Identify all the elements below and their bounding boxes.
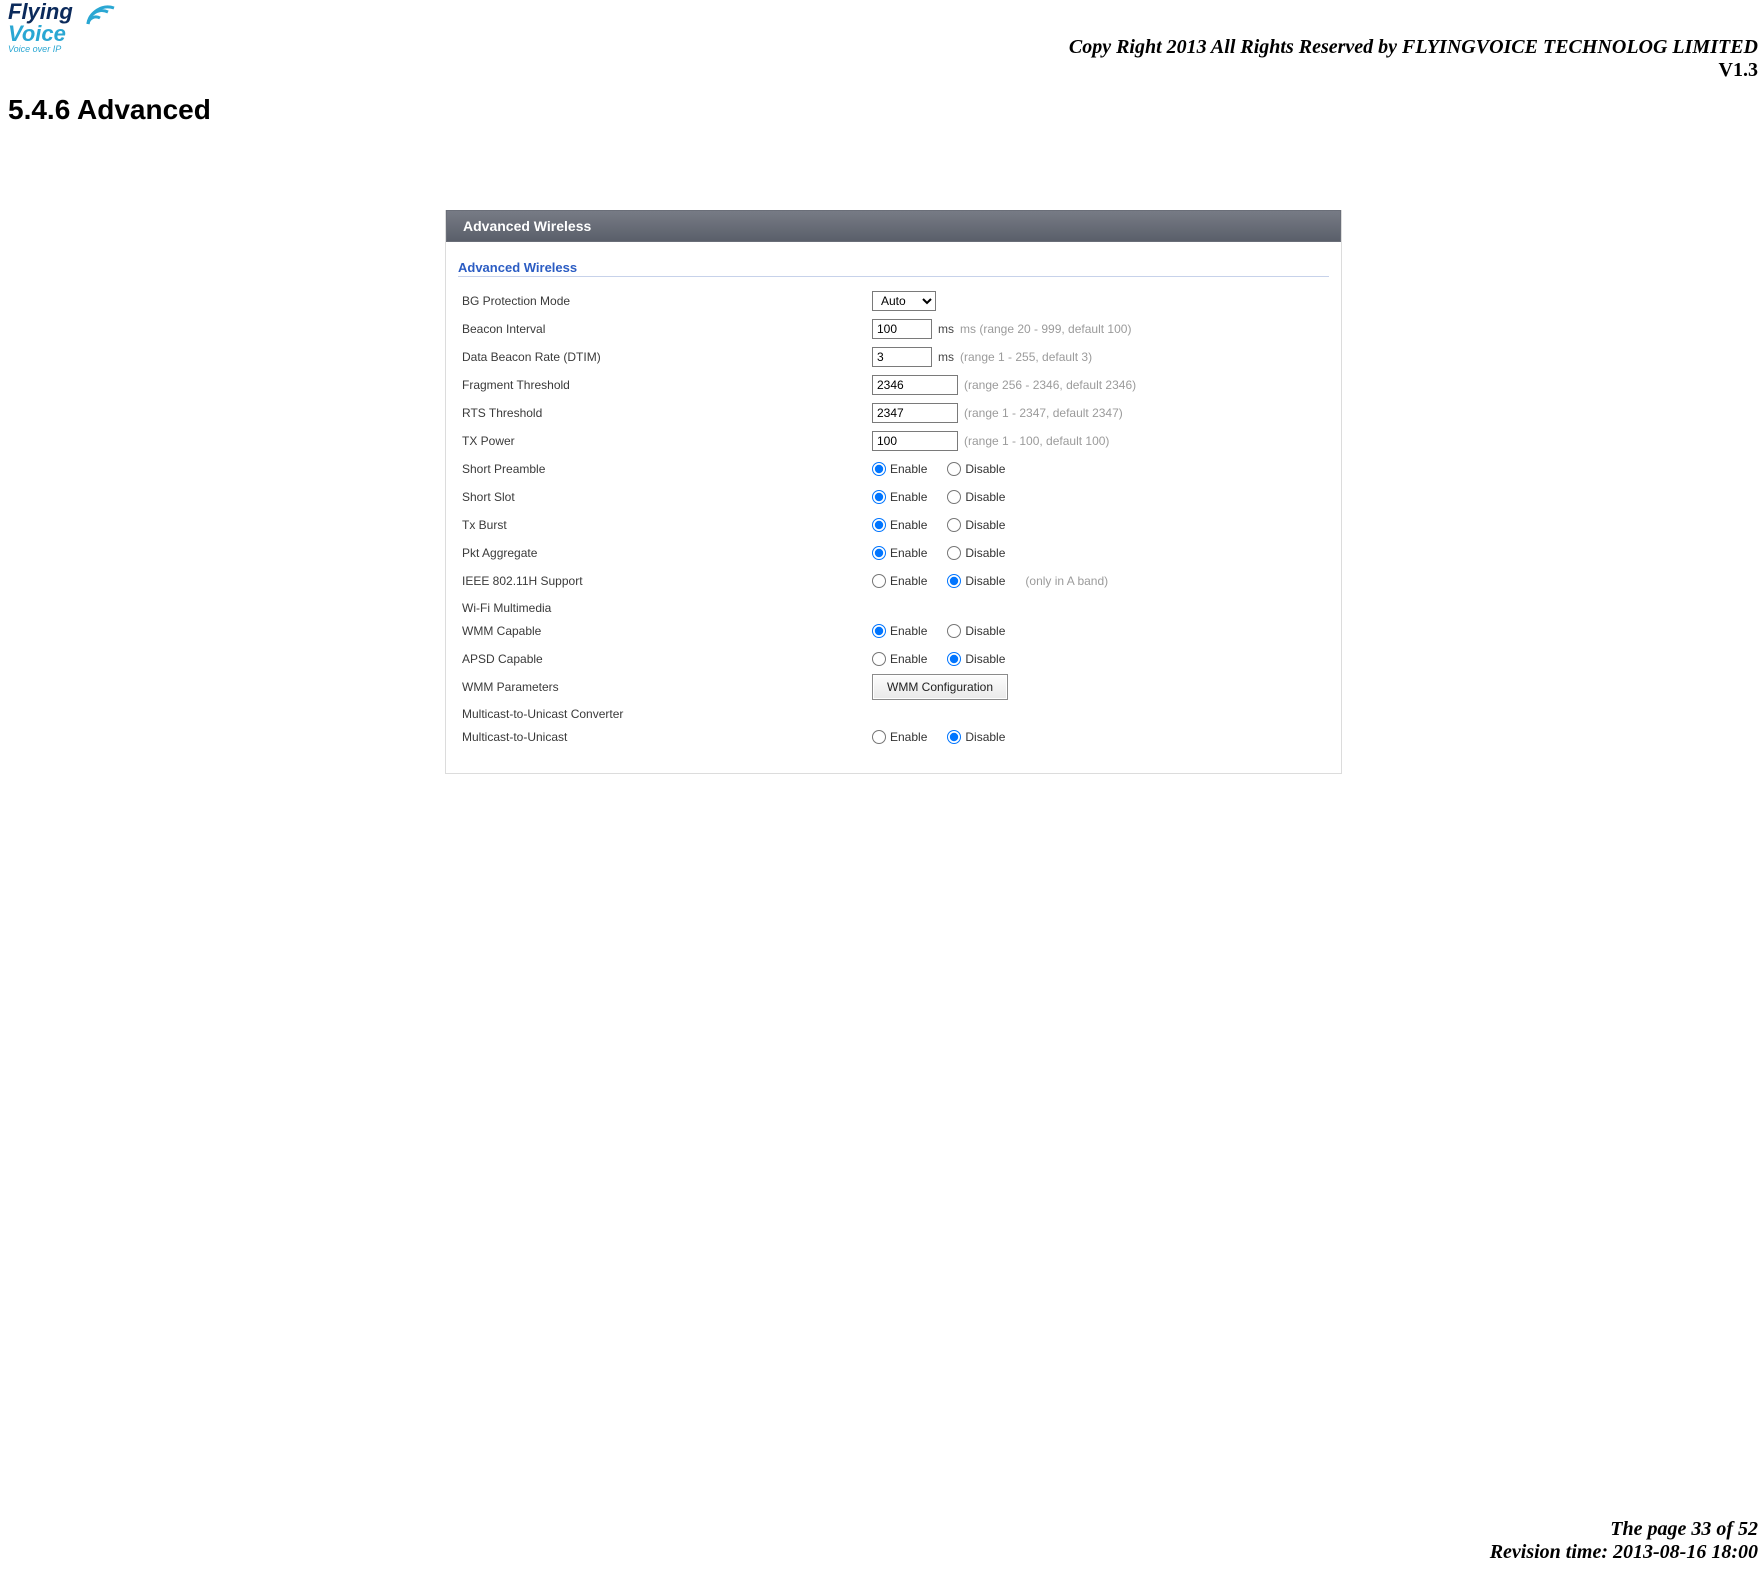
short-slot-disable-radio[interactable] [947, 490, 961, 504]
bg-protection-select[interactable]: Auto [872, 291, 936, 311]
wmm-capable-disable-radio[interactable] [947, 624, 961, 638]
apsd-capable-enable-label: Enable [890, 652, 927, 666]
multicast-enable-radio[interactable] [872, 730, 886, 744]
footer-page: The page 33 of 52 [1490, 1518, 1758, 1541]
tx-burst-enable-radio[interactable] [872, 518, 886, 532]
row-txpower: TX Power (range 1 - 100, default 100) [458, 427, 1329, 455]
panel-titlebar: Advanced Wireless [446, 210, 1341, 242]
pkt-aggregate-disable-label: Disable [965, 546, 1005, 560]
short-preamble-disable-radio[interactable] [947, 462, 961, 476]
ieee80211h-enable-radio[interactable] [872, 574, 886, 588]
wmm-capable-enable-label: Enable [890, 624, 927, 638]
apsd-capable-disable-label: Disable [965, 652, 1005, 666]
fragment-hint: (range 256 - 2346, default 2346) [964, 378, 1136, 392]
label-pkt-aggregate: Pkt Aggregate [458, 546, 872, 560]
ieee80211h-enable-label: Enable [890, 574, 927, 588]
rts-hint: (range 1 - 2347, default 2347) [964, 406, 1123, 420]
label-txpower: TX Power [458, 434, 872, 448]
wifi-icon [86, 2, 116, 31]
fragment-input[interactable] [872, 375, 958, 395]
section-heading: 5.4.6 Advanced [8, 94, 211, 126]
label-fragment: Fragment Threshold [458, 378, 872, 392]
footer-revision: Revision time: 2013-08-16 18:00 [1490, 1541, 1758, 1564]
short-preamble-enable-label: Enable [890, 462, 927, 476]
dtim-hint: (range 1 - 255, default 3) [960, 350, 1092, 364]
logo: Flying Voice Voice over IP [8, 2, 118, 64]
row-multicast: Multicast-to-Unicast Enable Disable [458, 723, 1329, 751]
multicast-disable-label: Disable [965, 730, 1005, 744]
tx-burst-disable-label: Disable [965, 518, 1005, 532]
row-bg-protection: BG Protection Mode Auto [458, 287, 1329, 315]
version-text: V1.3 [1069, 59, 1758, 82]
row-fragment: Fragment Threshold (range 256 - 2346, de… [458, 371, 1329, 399]
ieee80211h-disable-radio[interactable] [947, 574, 961, 588]
label-beacon-interval: Beacon Interval [458, 322, 872, 336]
txpower-hint: (range 1 - 100, default 100) [964, 434, 1109, 448]
row-pkt-aggregate: Pkt Aggregate Enable Disable [458, 539, 1329, 567]
short-preamble-disable-label: Disable [965, 462, 1005, 476]
page-header-right: Copy Right 2013 All Rights Reserved by F… [1069, 36, 1758, 82]
row-ieee80211h: IEEE 802.11H Support Enable Disable (onl… [458, 567, 1329, 595]
pkt-aggregate-enable-radio[interactable] [872, 546, 886, 560]
label-multicast: Multicast-to-Unicast [458, 730, 872, 744]
pkt-aggregate-enable-label: Enable [890, 546, 927, 560]
short-preamble-enable-radio[interactable] [872, 462, 886, 476]
beacon-unit: ms [938, 322, 954, 336]
multicast-disable-radio[interactable] [947, 730, 961, 744]
label-short-slot: Short Slot [458, 490, 872, 504]
copyright-text: Copy Right 2013 All Rights Reserved by F… [1069, 36, 1758, 59]
form-body: BG Protection Mode Auto Beacon Interval … [446, 281, 1341, 773]
tx-burst-disable-radio[interactable] [947, 518, 961, 532]
multicast-enable-label: Enable [890, 730, 927, 744]
row-rts: RTS Threshold (range 1 - 2347, default 2… [458, 399, 1329, 427]
row-wmm-parameters: WMM Parameters WMM Configuration [458, 673, 1329, 701]
tx-burst-enable-label: Enable [890, 518, 927, 532]
wmm-configuration-button[interactable]: WMM Configuration [872, 674, 1008, 700]
dtim-unit: ms [938, 350, 954, 364]
row-wmm-capable: WMM Capable Enable Disable [458, 617, 1329, 645]
multicast-heading: Multicast-to-Unicast Converter [458, 701, 1329, 723]
row-apsd-capable: APSD Capable Enable Disable [458, 645, 1329, 673]
wmm-capable-disable-label: Disable [965, 624, 1005, 638]
label-dtim: Data Beacon Rate (DTIM) [458, 350, 872, 364]
dtim-input[interactable] [872, 347, 932, 367]
label-wmm-parameters: WMM Parameters [458, 680, 872, 694]
beacon-hint: ms (range 20 - 999, default 100) [960, 322, 1131, 336]
short-slot-enable-label: Enable [890, 490, 927, 504]
rts-input[interactable] [872, 403, 958, 423]
label-bg-protection: BG Protection Mode [458, 294, 872, 308]
txpower-input[interactable] [872, 431, 958, 451]
ieee80211h-disable-label: Disable [965, 574, 1005, 588]
pkt-aggregate-disable-radio[interactable] [947, 546, 961, 560]
row-dtim: Data Beacon Rate (DTIM) ms (range 1 - 25… [458, 343, 1329, 371]
apsd-capable-disable-radio[interactable] [947, 652, 961, 666]
page-footer: The page 33 of 52 Revision time: 2013-08… [1490, 1518, 1758, 1564]
advanced-wireless-panel: Advanced Wireless Advanced Wireless BG P… [445, 210, 1342, 774]
apsd-capable-enable-radio[interactable] [872, 652, 886, 666]
label-wmm-capable: WMM Capable [458, 624, 872, 638]
label-apsd-capable: APSD Capable [458, 652, 872, 666]
row-short-preamble: Short Preamble Enable Disable [458, 455, 1329, 483]
label-rts: RTS Threshold [458, 406, 872, 420]
panel-subtitle: Advanced Wireless [458, 260, 1329, 277]
label-short-preamble: Short Preamble [458, 462, 872, 476]
label-ieee80211h: IEEE 802.11H Support [458, 574, 872, 588]
ieee80211h-hint: (only in A band) [1025, 574, 1108, 588]
beacon-interval-input[interactable] [872, 319, 932, 339]
label-tx-burst: Tx Burst [458, 518, 872, 532]
wmm-capable-enable-radio[interactable] [872, 624, 886, 638]
short-slot-enable-radio[interactable] [872, 490, 886, 504]
short-slot-disable-label: Disable [965, 490, 1005, 504]
wifi-multimedia-heading: Wi-Fi Multimedia [458, 595, 1329, 617]
row-short-slot: Short Slot Enable Disable [458, 483, 1329, 511]
row-tx-burst: Tx Burst Enable Disable [458, 511, 1329, 539]
row-beacon-interval: Beacon Interval ms ms (range 20 - 999, d… [458, 315, 1329, 343]
